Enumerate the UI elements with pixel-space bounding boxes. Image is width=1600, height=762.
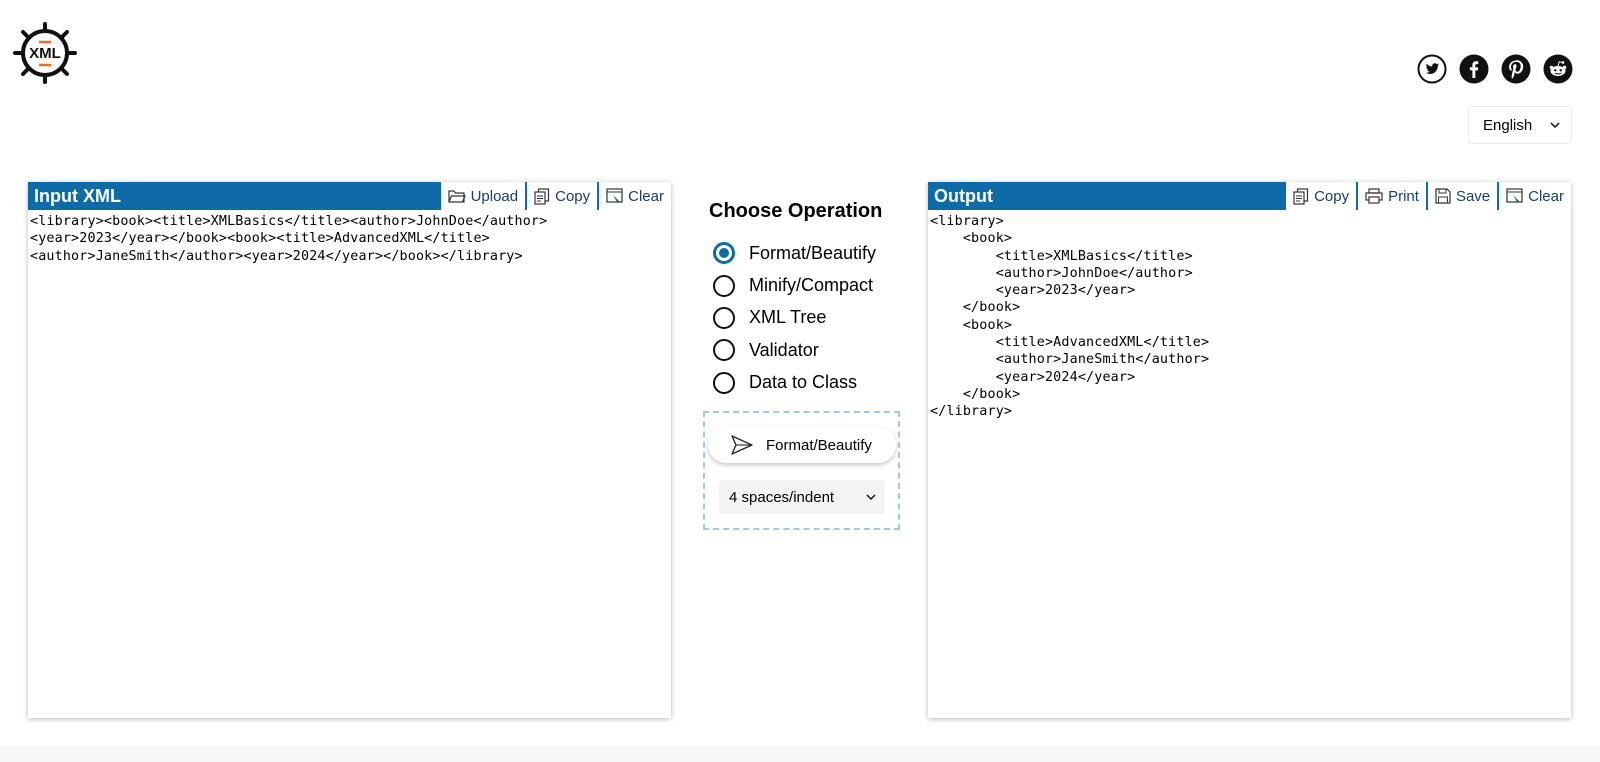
input-panel: Input XML Upload Copy Clear <library><bo… [28,182,671,718]
input-panel-title: Input XML [28,182,439,210]
option-minify-compact[interactable]: Minify/Compact [709,269,909,301]
facebook-icon[interactable] [1459,54,1489,84]
indent-selected: 4 spaces/indent [729,488,835,506]
copy-icon [1293,187,1309,205]
option-label: XML Tree [749,307,827,328]
option-xml-tree[interactable]: XML Tree [709,302,909,334]
input-panel-header: Input XML Upload Copy Clear [28,182,671,210]
language-selected: English [1483,116,1533,134]
run-format-button[interactable]: Format/Beautify [708,427,896,463]
clear-icon [606,188,623,203]
output-copy-button[interactable]: Copy [1284,182,1356,210]
chevron-down-icon [866,494,876,501]
copy-label: Copy [1314,187,1350,205]
pinterest-icon[interactable] [1501,54,1531,84]
svg-text:XML: XML [29,45,61,62]
clear-label: Clear [1528,187,1564,205]
print-button[interactable]: Print [1356,182,1426,210]
option-label: Validator [749,339,819,360]
print-label: Print [1388,187,1419,205]
radio-icon [713,306,735,329]
copy-label: Copy [555,187,591,205]
action-box: Format/Beautify 4 spaces/indent [703,411,900,530]
run-label: Format/Beautify [766,436,872,454]
radio-selected-icon [713,242,735,265]
output-panel: Output Copy Print Save Clear <library> <… [928,182,1571,718]
option-validator[interactable]: Validator [709,334,909,366]
input-copy-button[interactable]: Copy [525,182,597,210]
ship-wheel-logo-icon: XML [13,22,77,84]
option-label: Data to Class [749,372,858,393]
output-xml-viewer[interactable]: <library> <book> <title>XMLBasics</title… [928,210,1571,424]
reddit-icon[interactable] [1543,54,1573,84]
footer-strip [0,746,1600,762]
save-label: Save [1455,187,1491,205]
floppy-disk-icon [1435,188,1451,204]
copy-icon [534,187,550,205]
operation-chooser: Choose Operation Format/Beautify Minify/… [709,200,909,399]
output-panel-header: Output Copy Print Save Clear [928,182,1571,210]
send-icon [731,435,753,455]
language-select[interactable]: English [1468,106,1572,144]
printer-icon [1365,188,1383,204]
input-xml-editor[interactable]: <library><book><title>XMLBasics</title><… [28,210,671,268]
clear-icon [1506,188,1523,203]
chevron-down-icon [1550,122,1560,129]
upload-button[interactable]: Upload [438,182,526,210]
option-data-to-class[interactable]: Data to Class [709,367,909,399]
clear-label: Clear [628,187,664,205]
output-clear-button[interactable]: Clear [1497,182,1571,210]
operations-heading: Choose Operation [709,200,883,222]
upload-label: Upload [470,187,519,205]
social-share-bar [1417,54,1573,84]
site-logo[interactable]: XML [12,22,78,84]
save-button[interactable]: Save [1425,182,1497,210]
radio-icon [713,274,735,297]
output-panel-title: Output [928,182,1285,210]
option-label: Format/Beautify [749,242,877,263]
option-format-beautify[interactable]: Format/Beautify [709,237,909,269]
option-label: Minify/Compact [749,275,874,296]
radio-icon [713,339,735,362]
input-clear-button[interactable]: Clear [597,182,671,210]
twitter-icon[interactable] [1417,54,1447,84]
folder-icon [447,190,466,203]
indent-select[interactable]: 4 spaces/indent [719,480,885,514]
radio-icon [713,371,735,394]
